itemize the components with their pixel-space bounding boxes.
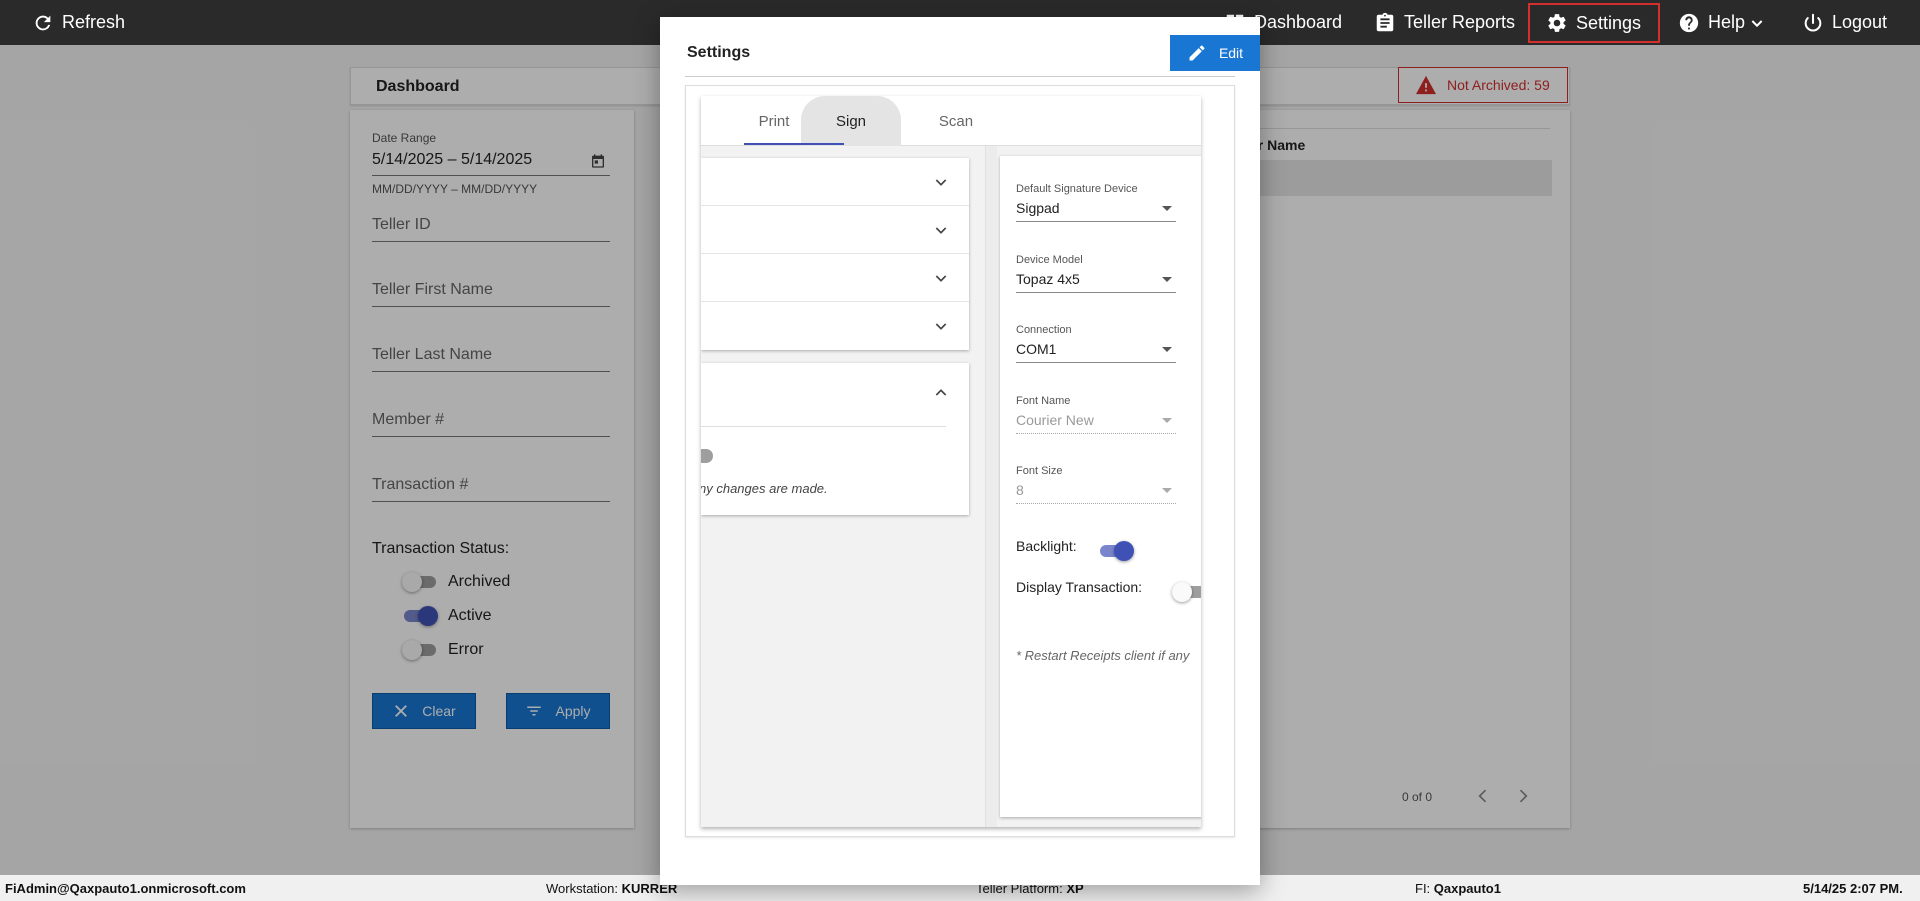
dashboard-nav-label: Dashboard (1254, 12, 1343, 32)
dropdown-caret-icon (1162, 488, 1172, 493)
footer-fi: FI: Qaxpauto1 (1415, 881, 1501, 896)
default-signature-device-value: Sigpad (1016, 200, 1060, 216)
accordion-item[interactable] (701, 254, 969, 302)
footer-workstation: Workstation: KURRER (546, 881, 677, 896)
settings-dialog: Settings Edit Print Sign Scan ny changes… (660, 17, 1260, 885)
settings-nav-label: Settings (1576, 12, 1642, 33)
help-label: Help (1708, 12, 1746, 32)
workstation-label: Workstation: (546, 881, 619, 896)
settings-dialog-body: Print Sign Scan ny changes are made. Def… (685, 85, 1235, 837)
default-signature-device-select[interactable]: Sigpad (1016, 198, 1176, 222)
font-name-value: Courier New (1016, 412, 1094, 428)
gear-icon (1548, 14, 1566, 32)
footer-datetime: 5/14/25 2:07 PM. (1803, 881, 1903, 896)
pencil-icon (1189, 45, 1205, 61)
teller-reports-button[interactable]: Teller Reports (1374, 0, 1515, 45)
settings-nav-button[interactable]: Settings (1528, 3, 1660, 43)
clipboard-icon (1376, 12, 1394, 31)
accordion-item[interactable] (701, 206, 969, 254)
accordion-item[interactable] (701, 302, 969, 350)
panel-divider (985, 146, 997, 827)
accordion-item[interactable] (701, 158, 969, 206)
logout-label: Logout (1832, 12, 1888, 32)
settings-card: Print Sign Scan ny changes are made. Def… (701, 96, 1201, 827)
settings-accordion (701, 158, 969, 350)
font-name-select: Courier New (1016, 410, 1176, 434)
refresh-icon (35, 15, 51, 30)
refresh-button[interactable]: Refresh (32, 0, 125, 45)
tab-scan[interactable]: Scan (906, 96, 1006, 146)
edit-button[interactable]: Edit (1170, 35, 1260, 71)
font-size-label: Font Size (1016, 465, 1063, 477)
display-transaction-toggle[interactable] (1172, 582, 1201, 602)
logout-button[interactable]: Logout (1802, 0, 1887, 45)
device-model-value: Topaz 4x5 (1016, 271, 1080, 287)
dropdown-caret-icon (1162, 277, 1172, 282)
settings-dialog-title: Settings (687, 44, 751, 61)
sign-settings-panel: Default Signature Device Sigpad Device M… (1000, 156, 1201, 817)
device-model-select[interactable]: Topaz 4x5 (1016, 269, 1176, 293)
power-icon (1804, 13, 1822, 32)
expanded-accordion-item: ny changes are made. (701, 363, 969, 515)
font-name-label: Font Name (1016, 395, 1071, 407)
connection-label: Connection (1016, 324, 1072, 336)
chevron-down-icon (935, 227, 947, 234)
active-tab-indicator (744, 143, 844, 145)
settings-dialog-header: Settings Edit (685, 31, 1260, 77)
tab-sign[interactable]: Sign (801, 96, 901, 146)
default-signature-device-label: Default Signature Device (1016, 183, 1138, 195)
footer-user: FiAdmin@Qaxpauto1.onmicrosoft.com (5, 881, 246, 896)
dropdown-caret-icon (1162, 347, 1172, 352)
chevron-down-icon (935, 323, 947, 330)
restart-note-partial: ny changes are made. (701, 481, 828, 496)
chevron-up-icon[interactable] (933, 385, 949, 401)
chevron-down-icon (1751, 19, 1763, 27)
connection-select[interactable]: COM1 (1016, 339, 1176, 363)
fi-label: FI: (1415, 881, 1431, 896)
refresh-label: Refresh (62, 12, 126, 32)
edit-label: Edit (1218, 45, 1244, 61)
connection-value: COM1 (1016, 341, 1057, 357)
restart-note: * Restart Receipts client if any (1016, 648, 1190, 663)
font-size-value: 8 (1016, 482, 1024, 498)
fi-value: Qaxpauto1 (1433, 881, 1501, 896)
help-menu-button[interactable]: Help (1678, 0, 1765, 45)
chevron-down-icon (935, 179, 947, 186)
accordion-divider (701, 426, 946, 427)
backlight-toggle[interactable] (1098, 541, 1134, 561)
device-model-label: Device Model (1016, 254, 1083, 266)
dropdown-caret-icon (1162, 418, 1172, 423)
partial-toggle[interactable] (701, 449, 713, 463)
help-icon (1679, 13, 1699, 32)
teller-reports-label: Teller Reports (1404, 12, 1516, 32)
display-transaction-label: Display Transaction: (1016, 579, 1143, 595)
settings-tabs: Print Sign Scan (701, 96, 1201, 146)
dropdown-caret-icon (1162, 206, 1172, 211)
backlight-label: Backlight: (1016, 538, 1077, 554)
font-size-select: 8 (1016, 480, 1176, 504)
chevron-down-icon (935, 275, 947, 282)
